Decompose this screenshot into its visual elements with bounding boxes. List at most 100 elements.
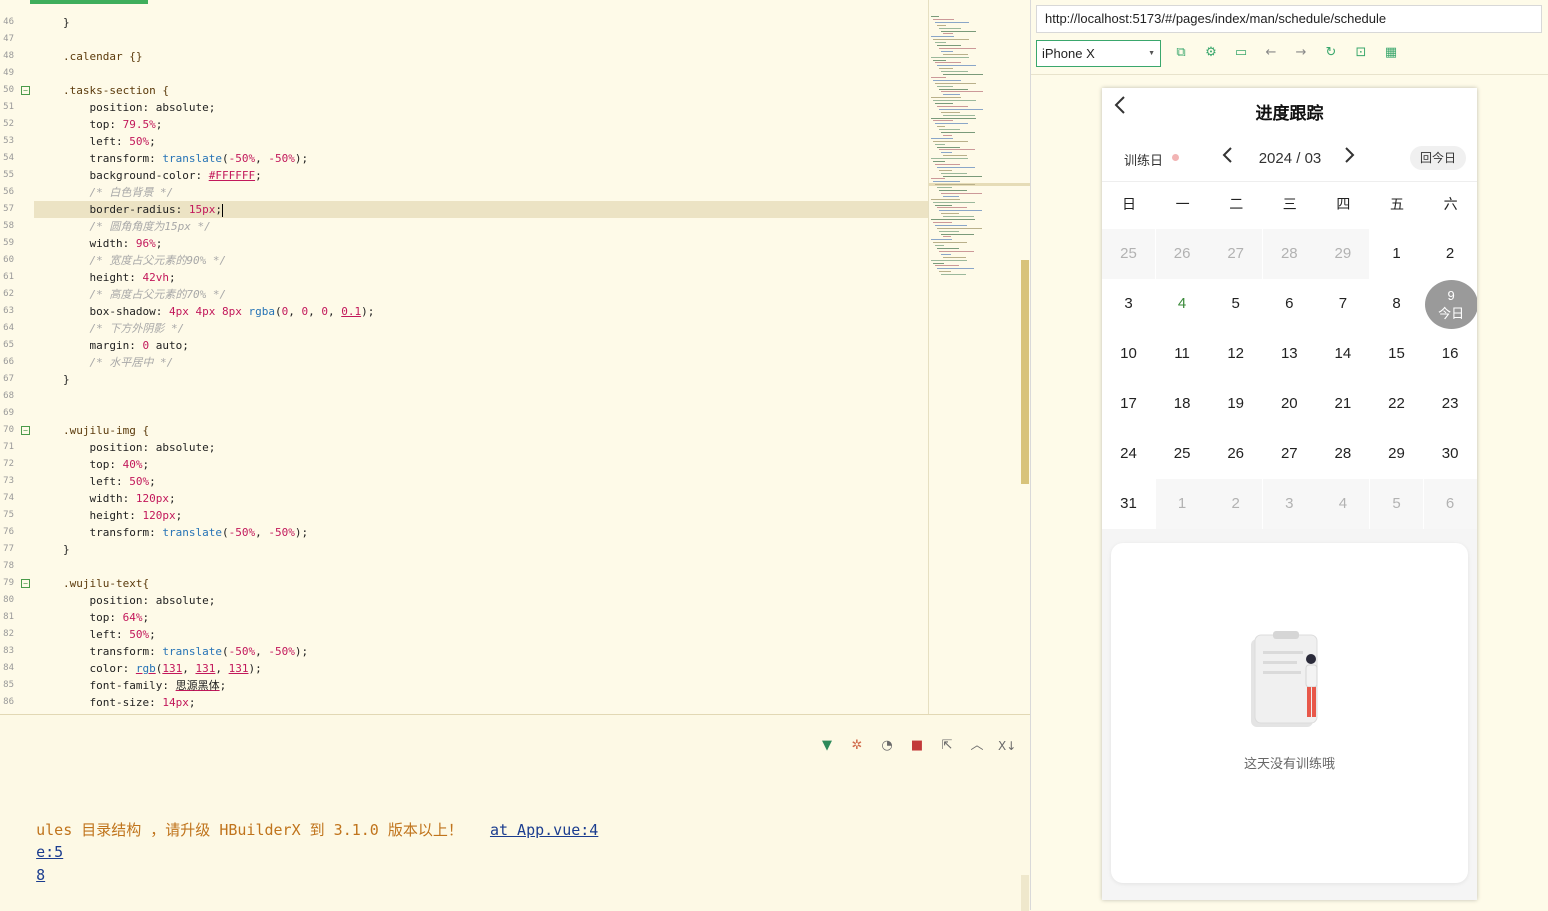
settings-icon[interactable]: ⚙	[1202, 44, 1220, 62]
console-scrollbar[interactable]	[1021, 875, 1029, 911]
code-line[interactable]: 53 left: 50%;	[0, 133, 928, 150]
fold-toggle-icon[interactable]: −	[21, 426, 30, 435]
editor-scrollbar[interactable]	[1021, 260, 1029, 484]
code-line[interactable]: 47	[0, 31, 928, 48]
calendar-day[interactable]: 28	[1262, 229, 1316, 279]
code-line[interactable]: 67}	[0, 371, 928, 388]
console-source-link[interactable]: at App.vue:4	[490, 821, 598, 839]
console-source-link[interactable]: 8	[36, 866, 45, 884]
code-line[interactable]: 48 .calendar {}	[0, 48, 928, 65]
code-line[interactable]: 58 /* 圆角角度为15px */	[0, 218, 928, 235]
calendar-day[interactable]: 23	[1424, 379, 1477, 429]
code-line[interactable]: 57 border-radius: 15px;	[3, 201, 928, 218]
console-icon[interactable]: ▭	[1232, 44, 1250, 62]
run-icon[interactable]: ◔	[878, 737, 896, 755]
code-line[interactable]: 62 /* 高度占父元素的70% */	[0, 286, 928, 303]
collapse-icon[interactable]: ︿	[968, 737, 986, 755]
code-line[interactable]: 86 font-size: 14px;	[0, 694, 928, 711]
code-line[interactable]: 59 width: 96%;	[0, 235, 928, 252]
code-line[interactable]: 60 /* 宽度占父元素的90% */	[0, 252, 928, 269]
calendar-day-today[interactable]: 9 今日	[1424, 279, 1477, 329]
calendar-day[interactable]: 19	[1209, 379, 1262, 429]
code-line[interactable]: 51 position: absolute;	[0, 99, 928, 116]
code-line[interactable]: 80 position: absolute;	[0, 592, 928, 609]
lock-icon[interactable]: ⊡	[1352, 44, 1370, 62]
calendar-day[interactable]: 29	[1316, 229, 1370, 279]
code-line[interactable]: 73 left: 50%;	[0, 473, 928, 490]
code-line[interactable]: 79− .wujilu-text{	[0, 575, 928, 592]
minimap[interactable]	[928, 0, 1030, 714]
code-line[interactable]: 61 height: 42vh;	[0, 269, 928, 286]
calendar-day[interactable]: 12	[1209, 329, 1262, 379]
code-line[interactable]: 75 height: 120px;	[0, 507, 928, 524]
code-editor[interactable]: 46} 47 48 .calendar {} 49 50− .tasks-section {…	[0, 0, 1030, 714]
code-line[interactable]: 82 left: 50%;	[0, 626, 928, 643]
calendar-day[interactable]: 8	[1370, 279, 1423, 329]
next-month-button[interactable]	[1339, 144, 1359, 170]
code-line[interactable]: 56 /* 白色背景 */	[0, 184, 928, 201]
code-line[interactable]: 74 width: 120px;	[0, 490, 928, 507]
calendar-day[interactable]: 30	[1424, 429, 1477, 479]
calendar-day[interactable]: 3	[1102, 279, 1155, 329]
calendar-day[interactable]: 5	[1370, 479, 1423, 529]
code-line[interactable]: 64 /* 下方外阴影 */	[0, 320, 928, 337]
calendar-day[interactable]: 26	[1155, 229, 1209, 279]
calendar-day[interactable]: 17	[1102, 379, 1155, 429]
calendar-day[interactable]: 25	[1156, 429, 1209, 479]
calendar-day[interactable]: 6	[1423, 479, 1477, 529]
device-select[interactable]: iPhone X ▼	[1036, 40, 1161, 67]
calendar-day[interactable]: 3	[1262, 479, 1316, 529]
code-line[interactable]: 46}	[0, 14, 928, 31]
code-line[interactable]: 76 transform: translate(-50%, -50%);	[0, 524, 928, 541]
refresh-icon[interactable]: ↻	[1322, 44, 1340, 62]
calendar-day[interactable]: 2	[1209, 479, 1263, 529]
calendar-day[interactable]: 6	[1263, 279, 1316, 329]
grid-icon[interactable]: ▦	[1382, 44, 1400, 62]
code-area[interactable]: 46} 47 48 .calendar {} 49 50− .tasks-section {…	[0, 14, 928, 711]
calendar-day[interactable]: 22	[1370, 379, 1423, 429]
calendar-day[interactable]: 25	[1102, 229, 1155, 279]
code-line[interactable]: 72 top: 40%;	[0, 456, 928, 473]
calendar-day[interactable]: 13	[1263, 329, 1316, 379]
code-line[interactable]: 70− .wujilu-img {	[0, 422, 928, 439]
vue-icon[interactable]: ▼	[818, 737, 836, 755]
url-input[interactable]: http://localhost:5173/#/pages/index/man/…	[1036, 5, 1542, 33]
calendar-day[interactable]: 24	[1102, 429, 1155, 479]
calendar-day[interactable]: 1	[1370, 229, 1423, 279]
calendar-day[interactable]: 4	[1316, 479, 1370, 529]
calendar-day[interactable]: 15	[1370, 329, 1423, 379]
code-line[interactable]: 52 top: 79.5%;	[0, 116, 928, 133]
code-line[interactable]: 77}	[0, 541, 928, 558]
calendar-day[interactable]: 20	[1263, 379, 1316, 429]
calendar-day[interactable]: 27	[1209, 229, 1263, 279]
code-line[interactable]: 78	[0, 558, 928, 575]
code-line[interactable]: 66 /* 水平居中 */	[0, 354, 928, 371]
calendar-day[interactable]: 29	[1370, 429, 1423, 479]
calendar-day[interactable]: 11	[1156, 329, 1209, 379]
open-external-icon[interactable]: ⧉	[1172, 44, 1190, 62]
code-line[interactable]: 85 font-family: 思源黑体;	[0, 677, 928, 694]
code-line[interactable]: 69	[0, 405, 928, 422]
stop-icon[interactable]: ■	[908, 737, 926, 755]
calendar-day[interactable]: 14	[1316, 329, 1369, 379]
calendar-day[interactable]: 31	[1102, 479, 1155, 529]
calendar-day[interactable]: 26	[1209, 429, 1262, 479]
calendar-day[interactable]: 21	[1316, 379, 1369, 429]
code-line[interactable]: 55 background-color: #FFFFFF;	[0, 167, 928, 184]
code-line[interactable]: 83 transform: translate(-50%, -50%);	[0, 643, 928, 660]
code-line[interactable]: 50− .tasks-section {	[0, 82, 928, 99]
code-line[interactable]: 63 box-shadow: 4px 4px 8px rgba(0, 0, 0,…	[0, 303, 928, 320]
code-line[interactable]: 68	[0, 388, 928, 405]
code-line[interactable]: 49	[0, 65, 928, 82]
back-to-today-button[interactable]: 回今日	[1410, 146, 1466, 170]
calendar-day[interactable]: 5	[1209, 279, 1262, 329]
calendar-day[interactable]: 16	[1424, 329, 1477, 379]
calendar-day[interactable]: 10	[1102, 329, 1155, 379]
fold-toggle-icon[interactable]: −	[21, 579, 30, 588]
calendar-day[interactable]: 4	[1156, 279, 1209, 329]
code-line[interactable]: 54 transform: translate(-50%, -50%);	[0, 150, 928, 167]
fold-toggle-icon[interactable]: −	[21, 86, 30, 95]
calendar-day[interactable]: 28	[1316, 429, 1369, 479]
export-icon[interactable]: ⇱	[938, 737, 956, 755]
calendar-day[interactable]: 18	[1156, 379, 1209, 429]
